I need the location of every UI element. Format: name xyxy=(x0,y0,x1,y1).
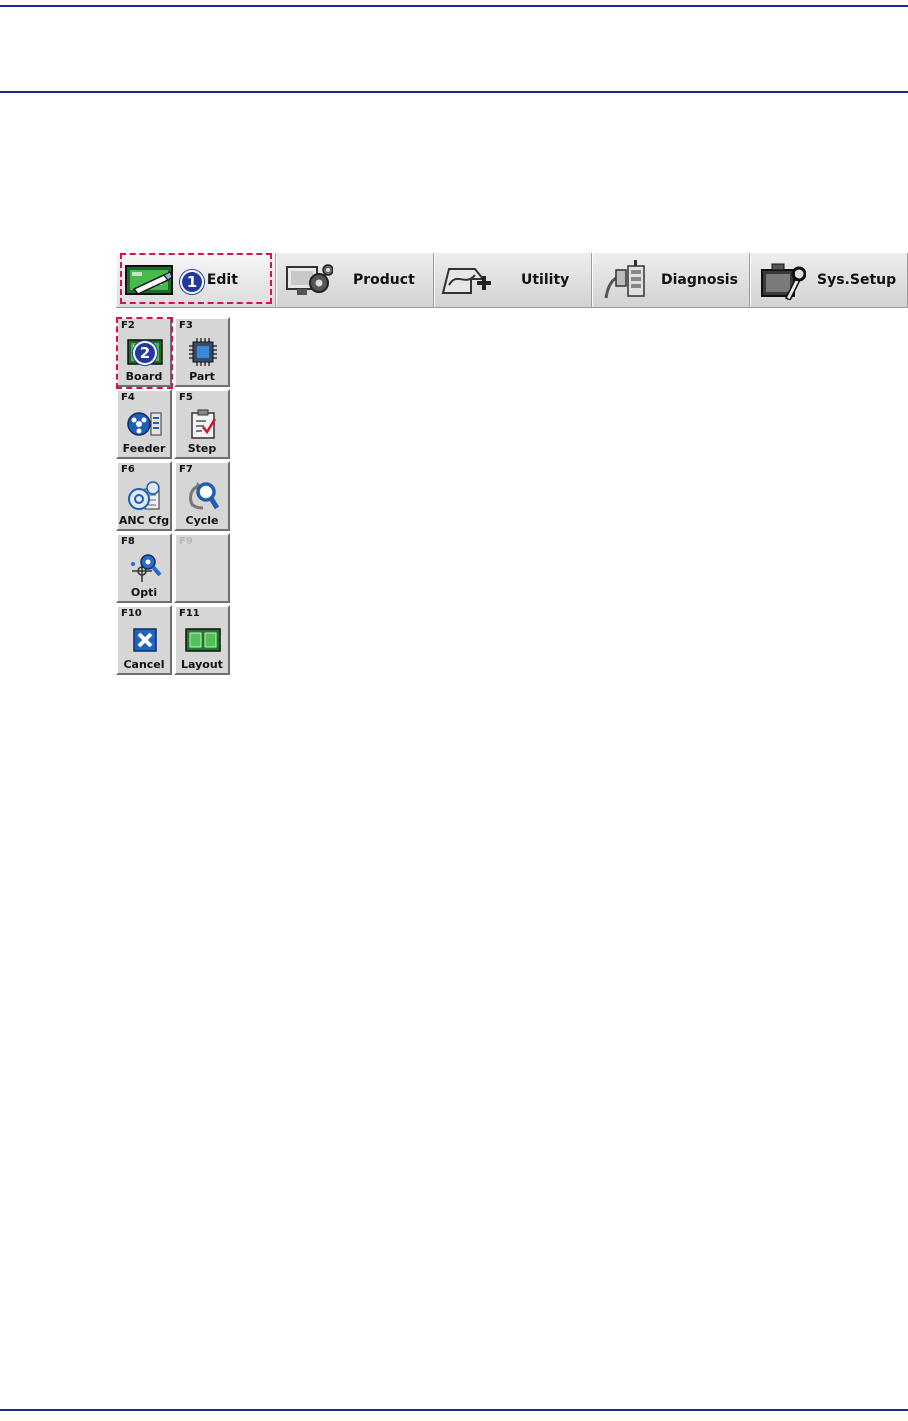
layout-icon xyxy=(184,623,222,657)
fkey-caption: Step xyxy=(187,442,217,455)
top-rule xyxy=(0,5,908,7)
fkey-caption: Layout xyxy=(181,658,223,671)
fkey-caption: ANC Cfg xyxy=(118,514,170,527)
callout-badge-2: 2 xyxy=(133,341,157,365)
f8-opti-button[interactable]: F8 Opti xyxy=(116,533,172,603)
fkey-caption: Cycle xyxy=(185,514,219,527)
f11-layout-button[interactable]: F11 Layout xyxy=(174,605,230,675)
chip-icon xyxy=(184,335,222,369)
feeder-icon xyxy=(126,407,164,441)
fkey-caption: Cancel xyxy=(123,658,165,671)
tab-utility[interactable]: Utility xyxy=(434,253,592,307)
f3-part-button[interactable]: F3 Part xyxy=(174,317,230,387)
nozzle-changer-icon xyxy=(126,479,164,513)
f9-empty-button: F9 xyxy=(174,533,230,603)
f7-cycle-button[interactable]: F7 Cycle xyxy=(174,461,230,531)
tab-diagnosis[interactable]: Diagnosis xyxy=(592,253,750,307)
fkey-label: F6 xyxy=(121,464,135,475)
tab-sys-setup[interactable]: Sys.Setup xyxy=(750,253,908,307)
fkey-caption: Feeder xyxy=(122,442,166,455)
tab-label: Product xyxy=(353,272,415,288)
fkey-label: F11 xyxy=(179,608,200,619)
sys-setup-icon xyxy=(757,260,809,300)
optimize-icon xyxy=(126,551,164,585)
fkey-label: F8 xyxy=(121,536,135,547)
f4-feeder-button[interactable]: F4 Feeder xyxy=(116,389,172,459)
utility-icon xyxy=(441,260,493,300)
cancel-x-icon xyxy=(126,623,164,657)
f10-cancel-button[interactable]: F10 Cancel xyxy=(116,605,172,675)
footer-rule xyxy=(0,1409,908,1411)
fkey-label: F3 xyxy=(179,320,193,331)
f6-anc-cfg-button[interactable]: F6 ANC Cfg xyxy=(116,461,172,531)
header-rule xyxy=(0,91,908,93)
fkey-caption: Part xyxy=(189,370,215,383)
fkey-label: F9 xyxy=(179,536,193,547)
tab-label: Diagnosis xyxy=(661,272,738,288)
fkey-label: F7 xyxy=(179,464,193,475)
tab-label: Sys.Setup xyxy=(817,272,897,288)
fkey-label: F10 xyxy=(121,608,142,619)
tab-label: Utility xyxy=(521,272,570,288)
diagnosis-icon xyxy=(599,260,651,300)
f5-step-button[interactable]: F5 Step xyxy=(174,389,230,459)
product-gear-icon xyxy=(283,260,335,300)
fkey-label: F5 xyxy=(179,392,193,403)
fkey-caption: Opti xyxy=(130,586,158,599)
tab-product[interactable]: Product xyxy=(276,253,434,307)
cycle-magnifier-icon xyxy=(184,479,222,513)
clipboard-check-icon xyxy=(184,407,222,441)
fkey-label: F4 xyxy=(121,392,135,403)
callout-badge-1: 1 xyxy=(180,270,204,294)
